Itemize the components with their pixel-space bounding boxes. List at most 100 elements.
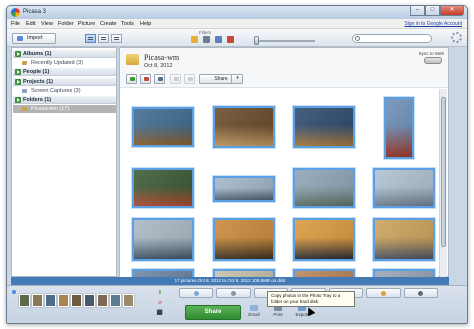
hold-button-icon[interactable]: ⬆ bbox=[155, 289, 165, 297]
filter-slider-knob[interactable] bbox=[254, 36, 259, 45]
photo-thumbnail[interactable] bbox=[213, 269, 275, 277]
list-view-icon bbox=[88, 37, 93, 38]
menu-view[interactable]: View bbox=[41, 21, 53, 27]
tray-photo-thumbnail[interactable] bbox=[84, 294, 95, 307]
photo-thumbnail[interactable] bbox=[213, 106, 275, 148]
library-view-button[interactable] bbox=[85, 34, 96, 43]
expand-icon[interactable] bbox=[15, 69, 21, 75]
expand-icon[interactable] bbox=[15, 51, 21, 57]
menu-help[interactable]: Help bbox=[140, 21, 151, 27]
add-to-album-icon[interactable]: ⬛ bbox=[155, 309, 165, 317]
album-recently-updated-label: Recently Updated (3) bbox=[31, 60, 83, 66]
play-icon bbox=[130, 77, 135, 81]
play-slideshow-button[interactable] bbox=[126, 74, 137, 84]
photo-thumbnail[interactable] bbox=[132, 168, 194, 208]
section-people[interactable]: People (1) bbox=[13, 68, 116, 76]
photo-thumbnail[interactable] bbox=[373, 269, 435, 277]
project-screen-captures[interactable]: Screen Captures (3) bbox=[13, 87, 116, 95]
people-view-button[interactable] bbox=[111, 34, 122, 43]
tray-photo-thumbnail[interactable] bbox=[123, 294, 134, 307]
geotag-icon bbox=[174, 77, 179, 81]
settings-gear-icon[interactable] bbox=[451, 32, 462, 43]
upload-icon bbox=[193, 291, 199, 296]
folder-icon bbox=[126, 54, 139, 65]
tray-photo-thumbnail[interactable] bbox=[110, 294, 121, 307]
section-people-label: People (1) bbox=[23, 69, 50, 75]
photo-thumbnail[interactable] bbox=[373, 218, 435, 261]
import-icon bbox=[17, 36, 23, 41]
chevron-down-icon[interactable]: ▾ bbox=[231, 74, 243, 84]
photo-thumbnail[interactable] bbox=[293, 168, 355, 208]
menu-edit[interactable]: Edit bbox=[26, 21, 35, 27]
person-filter-icon[interactable] bbox=[215, 36, 222, 43]
email-action[interactable]: Email bbox=[245, 305, 263, 317]
blog-button[interactable] bbox=[184, 74, 195, 84]
section-projects[interactable]: Projects (1) bbox=[13, 78, 116, 86]
sign-in-link[interactable]: Sign in to Google Account bbox=[404, 21, 462, 27]
movie-button[interactable] bbox=[154, 74, 165, 84]
maximize-button[interactable]: □ bbox=[425, 6, 440, 16]
email-label: Email bbox=[248, 312, 260, 317]
section-folders-label: Folders (1) bbox=[23, 97, 52, 103]
expand-icon[interactable] bbox=[15, 79, 21, 85]
geotag-button[interactable] bbox=[170, 74, 181, 84]
import-button[interactable]: Import bbox=[12, 33, 56, 44]
scrollbar-thumb[interactable] bbox=[441, 97, 446, 247]
sync-to-web-toggle[interactable] bbox=[424, 57, 442, 64]
tray-photo-thumbnail[interactable] bbox=[45, 294, 56, 307]
photo-thumbnail[interactable] bbox=[293, 269, 355, 277]
folder-icon bbox=[22, 107, 27, 111]
photo-grid-scrollbar[interactable] bbox=[439, 89, 447, 277]
menu-create[interactable]: Create bbox=[100, 21, 117, 27]
tab-tags[interactable] bbox=[366, 288, 401, 298]
library-panel: Albums (1) Recently Updated (3) People (… bbox=[11, 47, 117, 277]
menu-picture[interactable]: Picture bbox=[78, 21, 95, 27]
menu-tools[interactable]: Tools bbox=[121, 21, 134, 27]
expand-icon[interactable] bbox=[15, 97, 21, 103]
tray-photo-thumbnail[interactable] bbox=[32, 294, 43, 307]
search-box[interactable] bbox=[352, 34, 432, 43]
album-recently-updated[interactable]: Recently Updated (3) bbox=[13, 59, 116, 67]
photo-thumbnail[interactable] bbox=[132, 107, 194, 147]
photo-tray: ⬆ ⊘ ⬛ Share Email Print Export Copy phot… bbox=[7, 285, 467, 323]
collage-button[interactable] bbox=[140, 74, 151, 84]
tray-photo-thumbnail[interactable] bbox=[97, 294, 108, 307]
photo-thumbnail[interactable] bbox=[293, 218, 355, 261]
tag-icon bbox=[380, 291, 386, 296]
window-title: Picasa 3 bbox=[23, 9, 47, 15]
section-folders[interactable]: Folders (1) bbox=[13, 96, 116, 104]
photo-thumbnail[interactable] bbox=[293, 106, 355, 148]
search-input[interactable] bbox=[362, 35, 428, 42]
folder-picasa-wm[interactable]: Picasa-wm (17) bbox=[13, 105, 116, 113]
star-filter-icon[interactable] bbox=[191, 36, 198, 43]
album-title[interactable]: Picasa-wm bbox=[144, 53, 179, 62]
tray-photo-thumbnail[interactable] bbox=[71, 294, 82, 307]
tray-photo-thumbnail[interactable] bbox=[19, 294, 30, 307]
minimize-button[interactable]: – bbox=[410, 6, 425, 16]
menu-folder[interactable]: Folder bbox=[58, 21, 74, 27]
timeline-view-button[interactable] bbox=[98, 34, 109, 43]
album-date[interactable]: Oct 8, 2012 bbox=[144, 63, 172, 69]
pin-filter-icon[interactable] bbox=[227, 36, 234, 43]
section-albums[interactable]: Albums (1) bbox=[13, 50, 116, 58]
collage-icon bbox=[144, 77, 149, 81]
album-header: Picasa-wm Oct 8, 2012 Sync to Web Share … bbox=[120, 48, 448, 88]
hold-selection-icon[interactable] bbox=[12, 290, 16, 294]
share-button[interactable]: Share bbox=[185, 305, 241, 320]
photo-thumbnail[interactable] bbox=[213, 176, 275, 202]
photo-thumbnail[interactable] bbox=[132, 218, 194, 261]
photo-thumbnail[interactable] bbox=[384, 97, 414, 159]
photo-thumbnail[interactable] bbox=[132, 269, 194, 277]
tab-upload[interactable] bbox=[179, 288, 214, 298]
menu-file[interactable]: File bbox=[11, 21, 20, 27]
tab-info[interactable] bbox=[403, 288, 438, 298]
photo-thumbnail[interactable] bbox=[213, 218, 275, 261]
filter-slider-track[interactable] bbox=[259, 40, 315, 42]
section-albums-label: Albums (1) bbox=[23, 51, 52, 57]
tray-photo-thumbnail[interactable] bbox=[58, 294, 69, 307]
film-filter-icon[interactable] bbox=[203, 36, 210, 43]
tab-rotate-left[interactable] bbox=[216, 288, 251, 298]
photo-thumbnail[interactable] bbox=[373, 168, 435, 208]
clear-tray-icon[interactable]: ⊘ bbox=[155, 299, 165, 307]
close-button[interactable]: ✕ bbox=[440, 6, 464, 16]
